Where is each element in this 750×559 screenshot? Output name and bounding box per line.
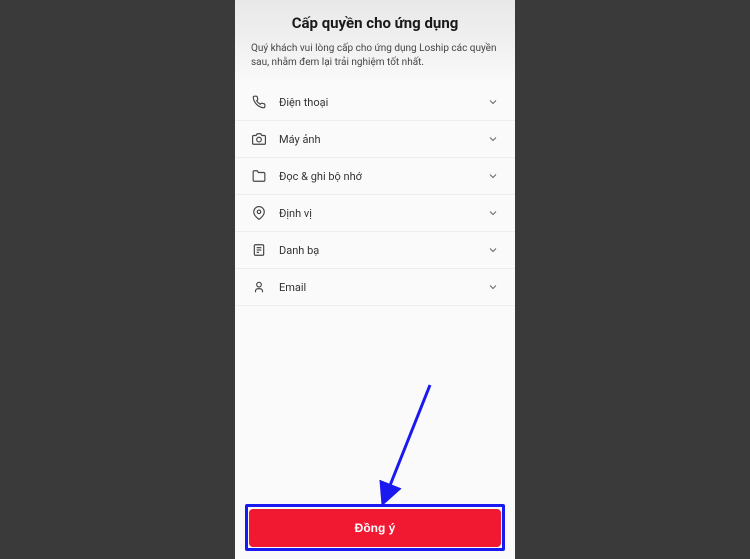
chevron-down-icon xyxy=(487,96,499,108)
permission-label: Danh bạ xyxy=(279,244,487,257)
header: Cấp quyền cho ứng dụng Quý khách vui lòn… xyxy=(235,0,515,84)
bottom-bar: Đồng ý xyxy=(235,499,515,559)
permission-item-email[interactable]: Email xyxy=(235,269,515,306)
permission-item-contacts[interactable]: Danh bạ xyxy=(235,232,515,269)
permission-label: Email xyxy=(279,281,487,294)
permission-label: Định vị xyxy=(279,207,487,220)
camera-icon xyxy=(251,131,267,147)
chevron-down-icon xyxy=(487,281,499,293)
permission-item-storage[interactable]: Đọc & ghi bộ nhớ xyxy=(235,158,515,195)
folder-icon xyxy=(251,168,267,184)
chevron-down-icon xyxy=(487,244,499,256)
permission-label: Máy ảnh xyxy=(279,133,487,146)
chevron-down-icon xyxy=(487,170,499,182)
location-icon xyxy=(251,205,267,221)
phone-icon xyxy=(251,94,267,110)
agree-button[interactable]: Đồng ý xyxy=(249,509,501,547)
contacts-icon xyxy=(251,242,267,258)
permission-item-phone[interactable]: Điện thoại xyxy=(235,84,515,121)
page-title: Cấp quyền cho ứng dụng xyxy=(251,14,499,32)
email-icon xyxy=(251,279,267,295)
permission-label: Đọc & ghi bộ nhớ xyxy=(279,170,487,183)
permissions-list: Điện thoại Máy ảnh Đọc xyxy=(235,84,515,499)
chevron-down-icon xyxy=(487,207,499,219)
chevron-down-icon xyxy=(487,133,499,145)
permission-label: Điện thoại xyxy=(279,96,487,109)
permission-item-location[interactable]: Định vị xyxy=(235,195,515,232)
permission-item-camera[interactable]: Máy ảnh xyxy=(235,121,515,158)
page-subtitle: Quý khách vui lòng cấp cho ứng dụng Losh… xyxy=(251,42,499,70)
phone-screen: Cấp quyền cho ứng dụng Quý khách vui lòn… xyxy=(235,0,515,559)
